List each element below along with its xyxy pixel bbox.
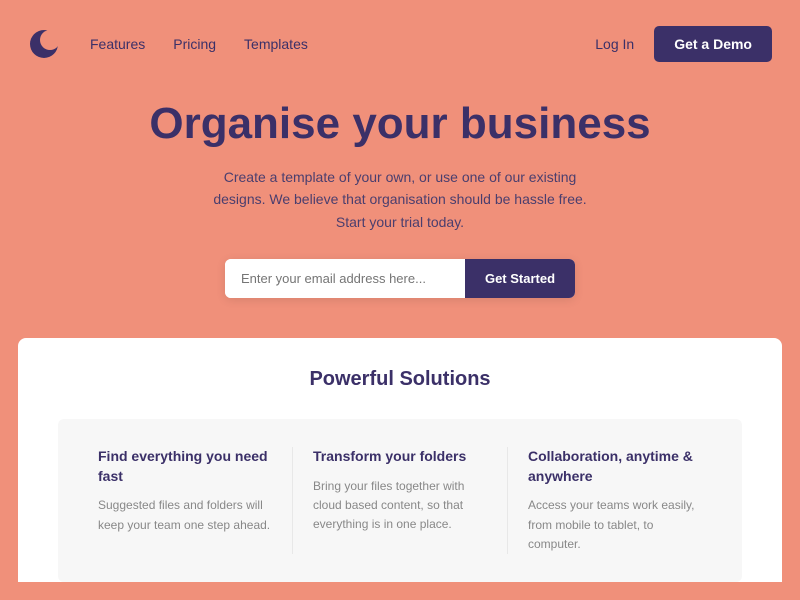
solutions-cards: Find everything you need fast Suggested …: [58, 419, 742, 582]
solution-card-1-title: Transform your folders: [313, 447, 487, 467]
inner-wrapper: Features Pricing Templates Log In Get a …: [18, 18, 782, 582]
solution-card-2: Collaboration, anytime & anywhere Access…: [508, 447, 722, 554]
solution-card-2-desc: Access your teams work easily, from mobi…: [528, 496, 702, 554]
nav-links: Features Pricing Templates: [90, 36, 595, 52]
demo-button[interactable]: Get a Demo: [654, 26, 772, 62]
nav-pricing[interactable]: Pricing: [173, 36, 216, 52]
logo[interactable]: [28, 28, 60, 60]
solution-card-1-desc: Bring your files together with cloud bas…: [313, 477, 487, 535]
email-form: Get Started: [225, 259, 575, 298]
solution-card-2-title: Collaboration, anytime & anywhere: [528, 447, 702, 486]
solution-card-0: Find everything you need fast Suggested …: [78, 447, 293, 554]
solutions-section: Powerful Solutions Find everything you n…: [18, 338, 782, 582]
outer-background: Features Pricing Templates Log In Get a …: [0, 0, 800, 600]
logo-icon: [28, 28, 60, 60]
solution-card-0-title: Find everything you need fast: [98, 447, 272, 486]
hero-subtitle: Create a template of your own, or use on…: [200, 166, 600, 233]
nav-features[interactable]: Features: [90, 36, 145, 52]
email-input[interactable]: [225, 259, 465, 298]
nav-templates[interactable]: Templates: [244, 36, 308, 52]
solution-card-0-desc: Suggested files and folders will keep yo…: [98, 496, 272, 534]
get-started-button[interactable]: Get Started: [465, 259, 575, 298]
hero-title: Organise your business: [149, 99, 650, 150]
login-link[interactable]: Log In: [595, 36, 634, 52]
navbar: Features Pricing Templates Log In Get a …: [18, 18, 782, 69]
hero-section: Organise your business Create a template…: [18, 69, 782, 318]
nav-right: Log In Get a Demo: [595, 26, 772, 62]
solution-card-1: Transform your folders Bring your files …: [293, 447, 508, 554]
solutions-title: Powerful Solutions: [58, 368, 742, 391]
